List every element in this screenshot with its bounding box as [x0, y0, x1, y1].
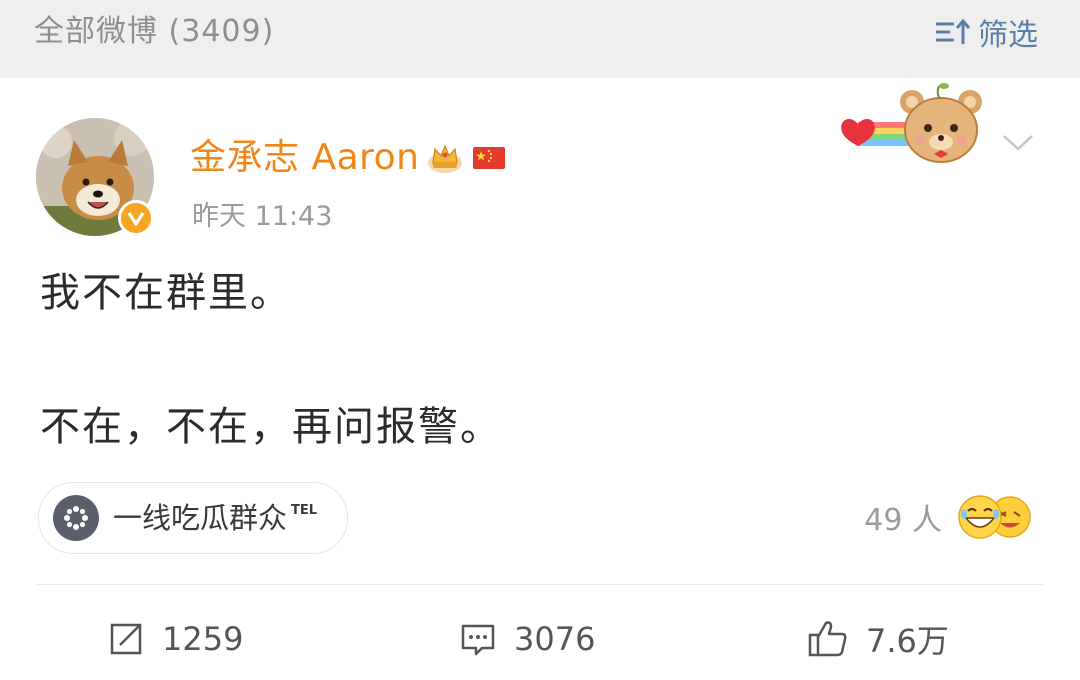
topic-dots-icon [53, 495, 99, 541]
china-flag-icon [473, 147, 506, 169]
post-timestamp: 昨天 11:43 [192, 201, 333, 232]
thumbs-up-icon [808, 621, 847, 657]
repost-count: 1259 [162, 620, 244, 658]
reactions-summary[interactable]: 49 人 [864, 490, 1036, 544]
author-row: 金承志 Aaron [190, 134, 507, 182]
author-name[interactable]: 金承志 Aaron [190, 136, 419, 180]
filter-bar: 全部微博 (3409) 筛选 [0, 0, 1080, 79]
like-button[interactable]: 7.6万 [806, 614, 949, 664]
crown-badge-icon [428, 144, 463, 173]
post-card: 金承志 Aaron 昨天 11:43 我不在群里。 不在，不在，再问报警。 一线… [0, 78, 1080, 680]
comment-icon [461, 624, 495, 656]
reactions-count: 49 人 [864, 503, 942, 538]
filter-button[interactable]: 筛选 [934, 12, 1038, 53]
like-count: 7.6万 [866, 622, 949, 660]
topic-label: 一线吃瓜群众 [113, 501, 288, 535]
comment-button[interactable]: 3076 [458, 614, 595, 664]
filter-label: 筛选 [978, 18, 1038, 53]
all-posts-count: 全部微博 (3409) [34, 14, 275, 49]
repost-icon [110, 623, 142, 655]
post-text-line-2: 不在，不在，再问报警。 [40, 404, 502, 450]
filter-sort-icon [936, 18, 971, 44]
topic-tag: TEL [291, 502, 318, 518]
divider [36, 584, 1044, 585]
verified-v-icon [118, 200, 154, 236]
weibo-page: 全部微博 (3409) 筛选 金承志 Aaron 昨天 11:43 我不在群里。… [0, 0, 1080, 680]
comment-count: 3076 [514, 620, 596, 658]
bear-heart-rainbow-icon [841, 83, 982, 163]
laughing-emoji-icon [958, 495, 1031, 539]
repost-button[interactable]: 1259 [106, 614, 243, 664]
topic-chip[interactable]: 一线吃瓜群众 TEL [38, 482, 349, 554]
post-text-line-1: 我不在群里。 [40, 270, 292, 316]
chevron-down-icon[interactable] [1000, 128, 1036, 156]
